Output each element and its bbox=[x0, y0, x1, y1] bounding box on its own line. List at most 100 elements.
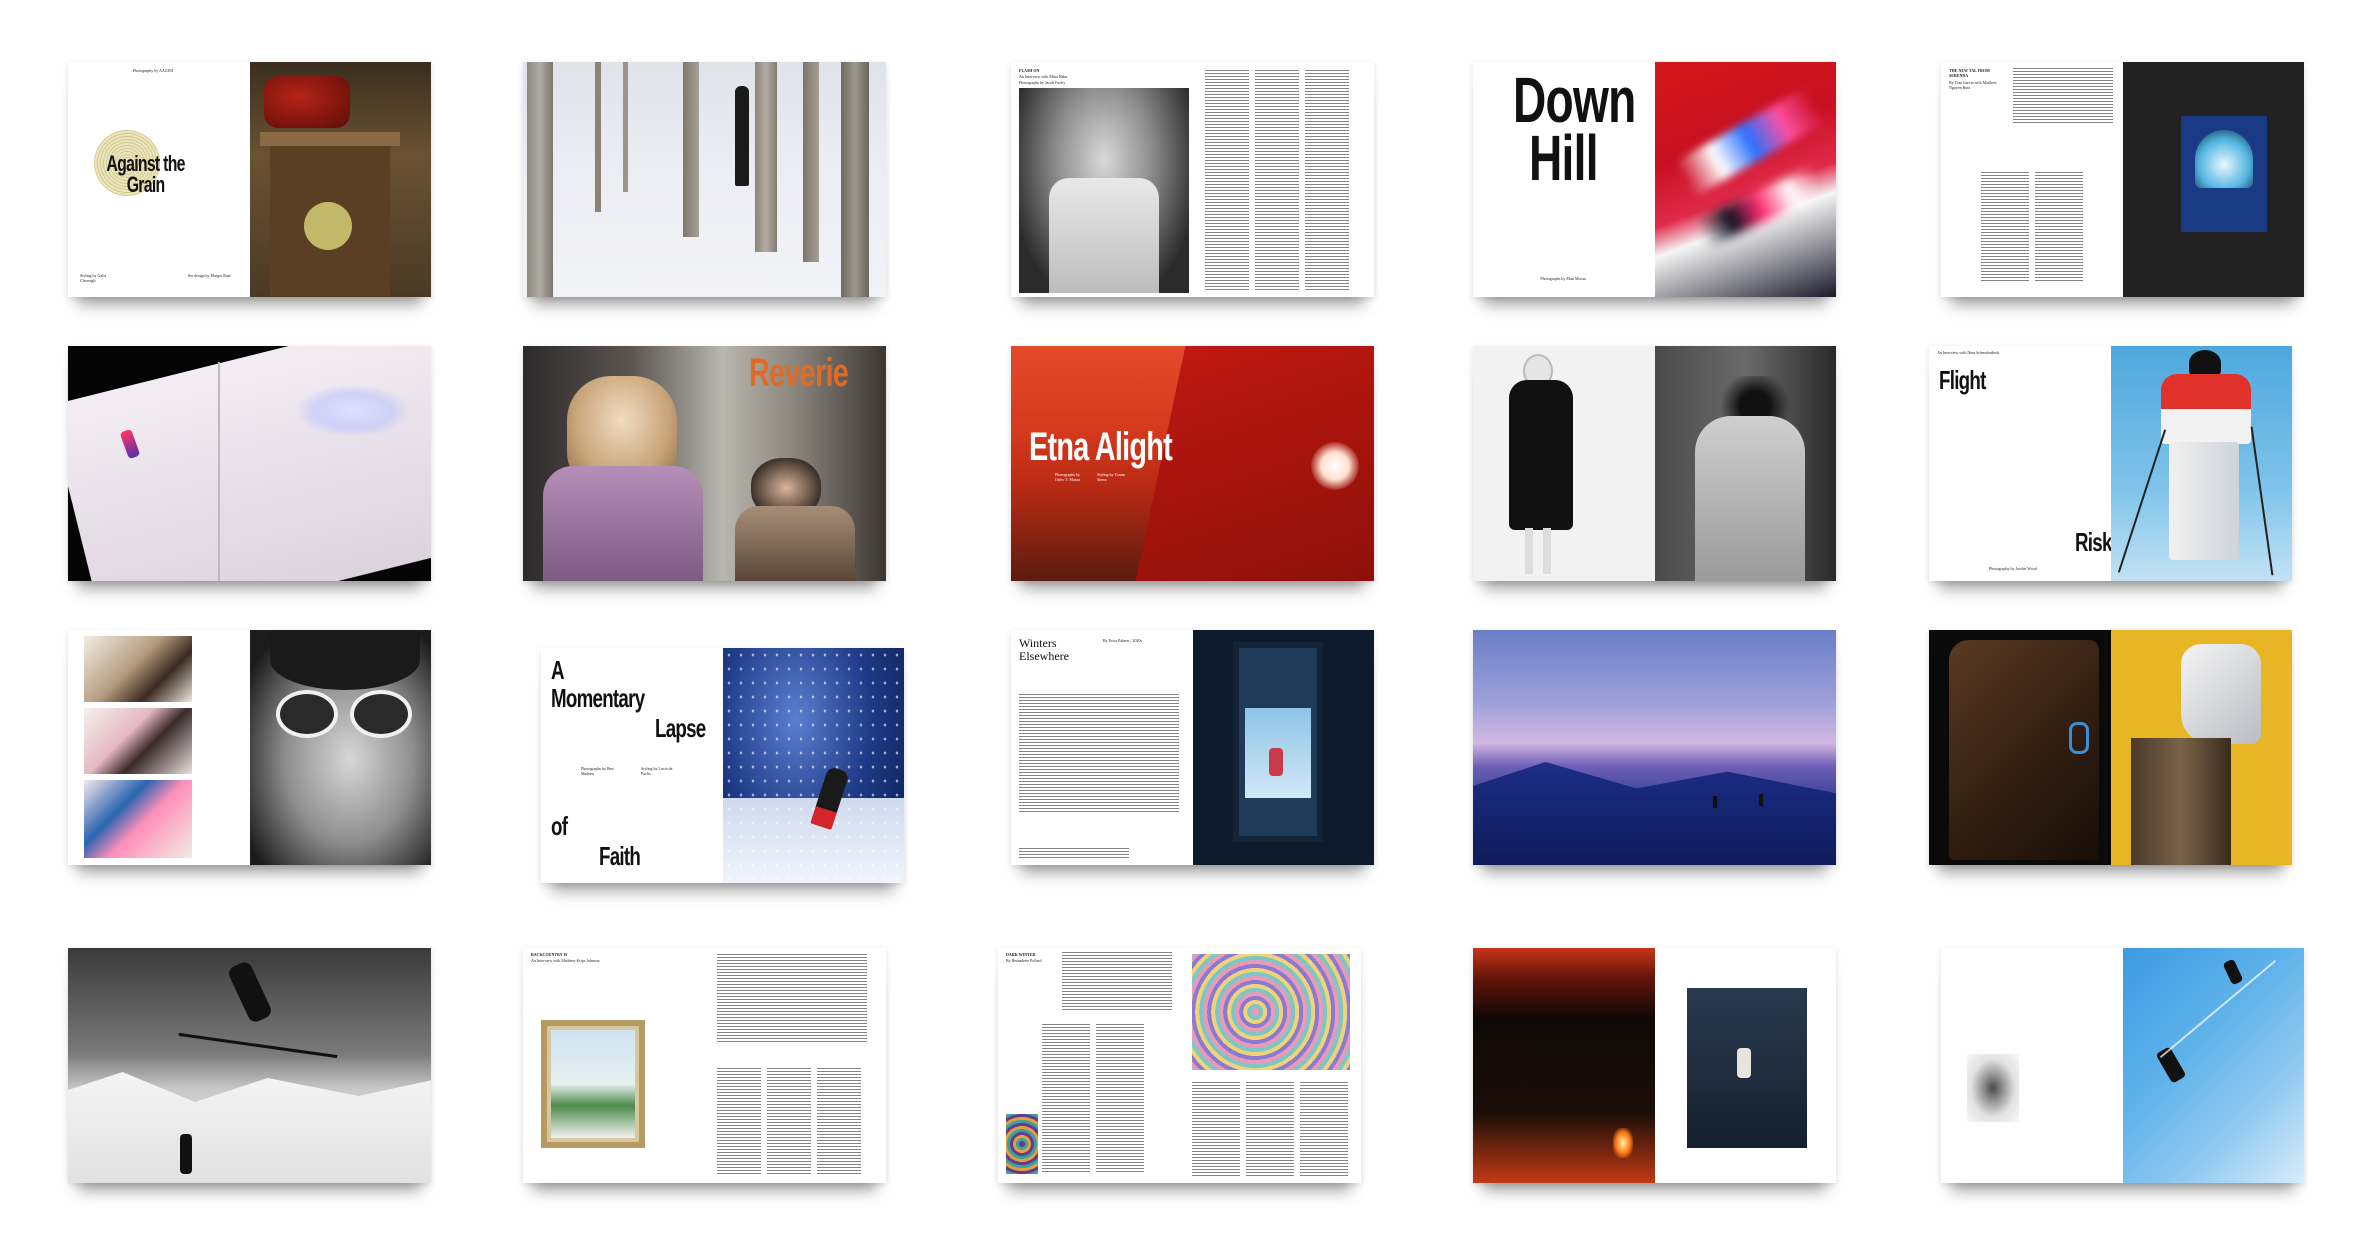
ski-jump-photo bbox=[68, 948, 431, 1183]
text-column bbox=[1981, 172, 2029, 282]
colorful-art-image bbox=[1191, 954, 1350, 1070]
text-column bbox=[716, 1068, 761, 1176]
snowflakes bbox=[722, 648, 904, 883]
hair bbox=[269, 630, 420, 690]
kicker: THE NEW TAL FROM SERENDA bbox=[1949, 68, 1990, 78]
tree-trunk bbox=[623, 62, 628, 192]
intro: An Interview with Mina Hahn bbox=[1019, 74, 1068, 79]
kicker: FLASH ON bbox=[1019, 68, 1040, 73]
skier-figure bbox=[2221, 958, 2244, 986]
title-page: A Momentary Lapse Photographs by Ben Mad… bbox=[541, 648, 723, 883]
byline: By Erica Palmer / 2020s bbox=[1103, 638, 1143, 643]
spread-etna-alight[interactable]: Etna Alight Photographs by Orfeo T. Mazz… bbox=[1011, 346, 1374, 581]
art-photo-page bbox=[1179, 948, 1361, 1183]
spread-backcountry[interactable]: BACKCOUNTRY IS An Interview with Matthew… bbox=[523, 948, 886, 1183]
article-text-page: Winters Elsewhere By Erica Palmer / 2020… bbox=[1011, 630, 1193, 865]
intro: By Tom Garcia with Matthew Nguyen Ruiz bbox=[1949, 80, 1997, 90]
photo-credit: Photographs by Matt Moran bbox=[1540, 276, 1586, 281]
snow-spray bbox=[298, 386, 408, 436]
gold-disc bbox=[303, 202, 352, 250]
spread-snow-forest[interactable] bbox=[523, 62, 886, 297]
left-page bbox=[1941, 948, 2123, 1183]
headline-line-2: Elsewhere bbox=[1019, 649, 1069, 663]
headline: Etna Alight bbox=[1029, 425, 1173, 469]
figure bbox=[1759, 794, 1763, 806]
tree-trunk bbox=[527, 62, 553, 297]
text-column bbox=[766, 1068, 811, 1176]
spread-volcano-night[interactable] bbox=[1473, 948, 1836, 1183]
white-pants bbox=[2168, 442, 2239, 560]
jacket-brown bbox=[735, 506, 855, 581]
spread-flight-risk[interactable]: An Interview with Nina Schmalenbeck Flig… bbox=[1929, 346, 2292, 581]
night-slope-photo bbox=[68, 346, 431, 581]
text-column bbox=[816, 1068, 861, 1176]
text-column bbox=[1191, 1082, 1240, 1176]
black-coat bbox=[1509, 380, 1573, 530]
spread-new-tal[interactable]: THE NEW TAL FROM SERENDA By Tom Garcia w… bbox=[1941, 62, 2304, 297]
spread-against-the-grain[interactable]: Photography by AAGINI Against the Grain … bbox=[68, 62, 431, 297]
motion-blur-photo bbox=[1654, 62, 1836, 297]
figure bbox=[1713, 796, 1717, 808]
headline: Against the Grain bbox=[106, 151, 185, 197]
helmet bbox=[2188, 350, 2221, 376]
intro-text bbox=[716, 954, 867, 1044]
carabiner bbox=[2069, 722, 2089, 754]
headline: Reverie bbox=[749, 351, 849, 395]
headline-line-4: of bbox=[551, 811, 568, 841]
text-column bbox=[1096, 1024, 1144, 1174]
spread-reverie[interactable]: Reverie bbox=[523, 346, 886, 581]
spread-down-hill[interactable]: Down Hill Photographs by Matt Moran bbox=[1473, 62, 1836, 297]
painting bbox=[551, 1030, 635, 1138]
text-column bbox=[1304, 70, 1349, 290]
red-jacket bbox=[2160, 374, 2251, 444]
bare-torso bbox=[1694, 416, 1805, 581]
standing-figure bbox=[180, 1134, 192, 1174]
gate-pole bbox=[218, 362, 220, 581]
headline-line-5: Faith bbox=[599, 841, 641, 871]
spread-momentary-lapse[interactable]: A Momentary Lapse Photographs by Ben Mad… bbox=[541, 648, 904, 883]
snow-forest-photo bbox=[523, 62, 886, 297]
spread-sunglasses[interactable] bbox=[68, 630, 431, 865]
title-page: An Interview with Nina Schmalenbeck Flig… bbox=[1929, 346, 2111, 581]
photo-credit: Photography by Jacobe Wood bbox=[1989, 566, 2037, 571]
ski-boot bbox=[2180, 644, 2261, 744]
tree-trunk bbox=[595, 62, 601, 212]
headline-line-1: A bbox=[551, 655, 565, 685]
coat-figure-photo bbox=[1473, 346, 1655, 581]
spread-twilight-landscape[interactable] bbox=[1473, 630, 1836, 865]
hiker-figure bbox=[1736, 1048, 1751, 1078]
body-text bbox=[1019, 694, 1179, 814]
set-design-credit: Set design by Margot Ruiz bbox=[188, 273, 231, 278]
jacket bbox=[1049, 178, 1159, 293]
thumbnail-stack-page bbox=[68, 630, 250, 865]
spread-bw-portraits[interactable] bbox=[1473, 346, 1836, 581]
hiker-photo bbox=[1686, 988, 1807, 1148]
thumb-photo bbox=[84, 636, 192, 702]
text-column bbox=[1245, 1082, 1294, 1176]
spread-winters-elsewhere[interactable]: Winters Elsewhere By Erica Palmer / 2020… bbox=[1011, 630, 1374, 865]
jacket-purple bbox=[543, 466, 703, 581]
spread-ski-jump[interactable] bbox=[68, 948, 431, 1183]
spread-night-skier[interactable] bbox=[68, 346, 431, 581]
title-page: Down Hill Photographs by Matt Moran bbox=[1473, 62, 1655, 297]
skier-sky-photo bbox=[2110, 346, 2292, 581]
snow-bank bbox=[68, 1072, 431, 1183]
spread-powder-skier[interactable] bbox=[1941, 948, 2304, 1183]
article-text-page bbox=[704, 948, 886, 1183]
headline-top: Flight bbox=[1939, 365, 1986, 395]
window-photo bbox=[1192, 630, 1374, 865]
wood-texture-photo bbox=[1929, 630, 2111, 865]
volcano-photo: Etna Alight Photographs by Orfeo T. Mazz… bbox=[1011, 346, 1374, 581]
headline-line-2: Momentary bbox=[551, 683, 645, 713]
headline-line-2: Hill bbox=[1529, 122, 1599, 194]
leg bbox=[1525, 528, 1533, 574]
thumb-photo bbox=[84, 780, 192, 858]
tree-stump bbox=[2130, 738, 2231, 865]
snowfall-skier-photo bbox=[722, 648, 904, 883]
spread-flash-on[interactable]: FLASH ON An Interview with Mina Hahn Pho… bbox=[1011, 62, 1374, 297]
red-bundle bbox=[263, 76, 350, 128]
kicker: BACKCOUNTRY IS bbox=[531, 952, 568, 957]
spread-boot-stump[interactable] bbox=[1929, 630, 2292, 865]
spread-dark-winter[interactable]: DARK WINTER By Bernadette Pollard bbox=[998, 948, 1361, 1183]
photo-credit: Photographs by Orfeo T. Mazza bbox=[1055, 472, 1081, 482]
